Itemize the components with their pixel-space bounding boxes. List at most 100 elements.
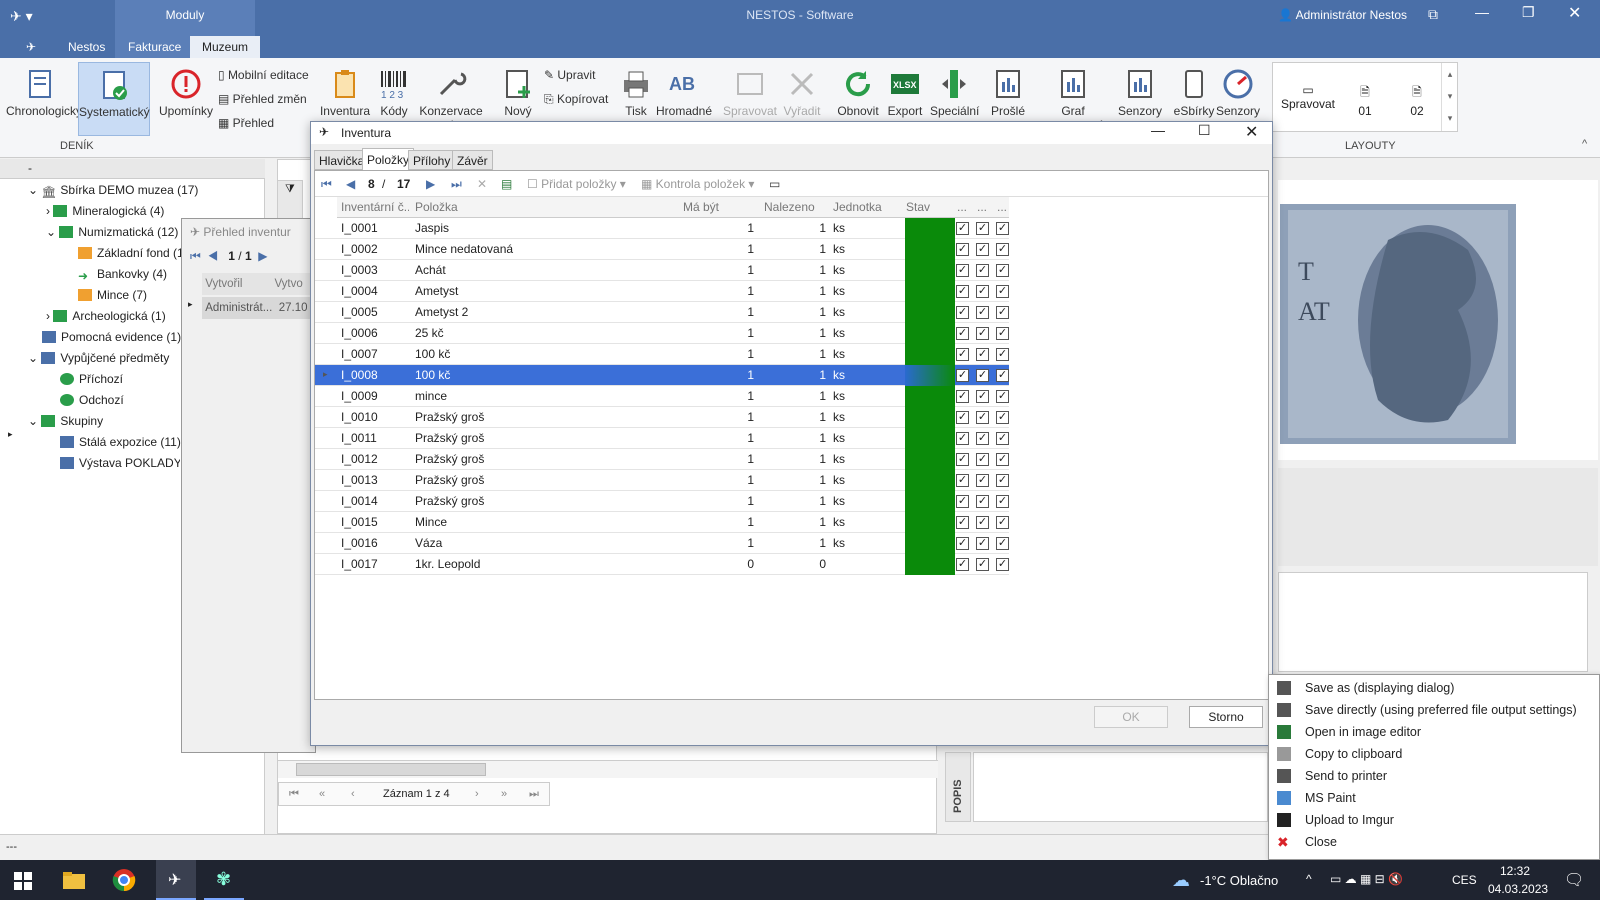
notes-box[interactable] [1278,572,1588,672]
row-checkbox-1[interactable]: ✓ [956,243,969,256]
row-checkbox-1[interactable]: ✓ [956,537,969,550]
table-row[interactable]: I_0014 Pražský groš 1 1 ks ✓ ✓ ✓ [315,491,1009,512]
mobilni-editace-button[interactable]: ▯ Mobilní editace [218,64,309,86]
collapse-ribbon-icon[interactable]: ^ [1582,138,1587,150]
last-record-icon[interactable]: ⏭ [529,783,539,805]
next-icon[interactable]: ▶ [258,249,267,263]
context-menu-item[interactable]: ✖ Close [1269,831,1599,853]
tree-item-stala-expozice[interactable]: Stálá expozice (11) [60,432,181,453]
tree-item-zakladni-fond[interactable]: Základní fond (1) [78,243,188,264]
row-checkbox-3[interactable]: ✓ [996,264,1009,277]
inventura-button[interactable]: Inventura [318,62,372,118]
prehled-pohybu-button[interactable]: ▦ Přehled pohybů [218,112,310,134]
clock-date[interactable]: 04.03.2023 [1488,882,1548,896]
app-menu-icon[interactable]: ✈ [14,36,48,58]
row-checkbox-1[interactable]: ✓ [956,495,969,508]
tree-item-vypujcene[interactable]: ⌄ Vypůjčené předměty [28,348,169,369]
context-menu-item[interactable]: Send to printer [1269,765,1599,787]
row-checkbox-2[interactable]: ✓ [976,348,989,361]
ok-button[interactable]: OK [1094,706,1168,728]
novy-button[interactable]: Nový [500,62,536,118]
prosle-button[interactable]: Prošlé [990,62,1026,118]
chrome-icon[interactable] [112,868,136,892]
row-checkbox-2[interactable]: ✓ [976,390,989,403]
tray-chevron-icon[interactable]: ^ [1306,872,1312,886]
delete-icon[interactable]: ✕ [477,171,487,197]
row-checkbox-1[interactable]: ✓ [956,558,969,571]
col-jednotka[interactable]: Jednotka [833,197,903,218]
horizontal-scrollbar[interactable] [278,760,938,778]
col-check2[interactable]: ... [977,197,993,218]
table-row[interactable]: I_0015 Mince 1 1 ks ✓ ✓ ✓ [315,512,1009,533]
table-row[interactable]: I_0003 Achát 1 1 ks ✓ ✓ ✓ [315,260,1009,281]
table-row[interactable]: ▸ I_0008 100 kč 1 1 ks ✓ ✓ ✓ [315,365,1009,386]
row-checkbox-2[interactable]: ✓ [976,369,989,382]
context-menu-item[interactable]: Upload to Imgur [1269,809,1599,831]
maximize-button[interactable]: ❐ [1522,4,1535,21]
row-checkbox-3[interactable]: ✓ [996,306,1009,319]
row-checkbox-1[interactable]: ✓ [956,222,969,235]
kopirovat-button[interactable]: ⎘ Kopírovat [544,88,608,110]
tisk-button[interactable]: Tisk [620,62,652,118]
dialog-minimize-button[interactable]: — [1151,122,1165,138]
windows-start-icon[interactable] [14,872,32,890]
tree-item-bankovky[interactable]: ➜ Bankovky (4) [78,264,167,285]
tab-zaver[interactable]: Závěr [452,150,493,170]
row-checkbox-1[interactable]: ✓ [956,327,969,340]
col-nalezeno[interactable]: Nalezeno [764,197,830,218]
esbirky-button[interactable]: eSbírky [1172,62,1216,118]
table-row[interactable]: I_0010 Pražský groš 1 1 ks ✓ ✓ ✓ [315,407,1009,428]
first-page-icon[interactable]: ⏮ [190,249,201,263]
row-checkbox-2[interactable]: ✓ [976,558,989,571]
vyradit-button[interactable]: Vyřadit [782,62,822,118]
spravovat-button[interactable]: Spravovat [720,62,780,118]
row-checkbox-1[interactable]: ✓ [956,432,969,445]
prev-page-icon[interactable]: « [319,783,325,805]
table-row[interactable]: I_0001 Jaspis 1 1 ks ✓ ✓ ✓ [315,218,1009,239]
expand-row-icon[interactable]: ▸ [188,299,193,310]
context-menu-item[interactable]: Copy to clipboard [1269,743,1599,765]
layout-02[interactable]: 🗎 02 [1397,83,1437,118]
row-checkbox-2[interactable]: ✓ [976,222,989,235]
scrollbar-thumb[interactable] [296,763,486,776]
col-ma-byt[interactable]: Má být [683,197,759,218]
expand-panel-icon[interactable]: ▸ [8,429,13,440]
table-row[interactable]: I_0017 1kr. Leopold 0 0 ✓ ✓ ✓ [315,554,1009,575]
row-checkbox-2[interactable]: ✓ [976,516,989,529]
row-checkbox-2[interactable]: ✓ [976,537,989,550]
dialog-maximize-button[interactable]: ☐ [1198,122,1211,139]
row-checkbox-3[interactable]: ✓ [996,285,1009,298]
gallery-scroll[interactable]: ▴ ▾ ▾ [1441,63,1458,131]
greenshot-taskbar-item[interactable]: ✾ [204,860,244,900]
row-checkbox-1[interactable]: ✓ [956,390,969,403]
clock-time[interactable]: 12:32 [1500,864,1530,878]
row-checkbox-1[interactable]: ✓ [956,369,969,382]
language-indicator[interactable]: CES [1452,873,1477,887]
row-checkbox-2[interactable]: ✓ [976,285,989,298]
col-stav[interactable]: Stav [906,197,952,218]
row-checkbox-2[interactable]: ✓ [976,306,989,319]
description-field[interactable] [973,752,1268,822]
user-name[interactable]: 👤 Administrátor Nestos [1278,8,1407,22]
tree-root[interactable]: ⌄ 🏛 Sbírka DEMO muzea (17) [28,180,198,201]
row-checkbox-2[interactable]: ✓ [976,327,989,340]
upominky-button[interactable]: Upomínky [158,62,214,118]
table-row[interactable]: I_0004 Ametyst 1 1 ks ✓ ✓ ✓ [315,281,1009,302]
specialni-button[interactable]: Speciální [930,62,979,118]
next-item-icon[interactable]: ▶ [426,171,435,197]
table-row[interactable]: I_0005 Ametyst 2 1 1 ks ✓ ✓ ✓ [315,302,1009,323]
systematicky-button[interactable]: Systematický [78,62,150,136]
tab-muzeum[interactable]: Muzeum [190,36,261,58]
row-checkbox-3[interactable]: ✓ [996,558,1009,571]
row-checkbox-2[interactable]: ✓ [976,243,989,256]
next-page-icon[interactable]: » [501,783,507,805]
kody-button[interactable]: 1 2 3 Kódy [376,62,412,118]
restore-layout-icon[interactable]: ⧉ [1428,6,1438,23]
row-checkbox-3[interactable]: ✓ [996,474,1009,487]
table-row[interactable]: I_0007 100 kč 1 1 ks ✓ ✓ ✓ [315,344,1009,365]
tree-item-mineralogicka[interactable]: › Mineralogická (4) [46,201,164,222]
tree-item-numizmaticka[interactable]: ⌄ Numizmatická (12) [46,222,178,243]
row-checkbox-1[interactable]: ✓ [956,285,969,298]
tree-item-pomocna-evidence[interactable]: Pomocná evidence (1) [42,327,181,348]
row-checkbox-3[interactable]: ✓ [996,243,1009,256]
